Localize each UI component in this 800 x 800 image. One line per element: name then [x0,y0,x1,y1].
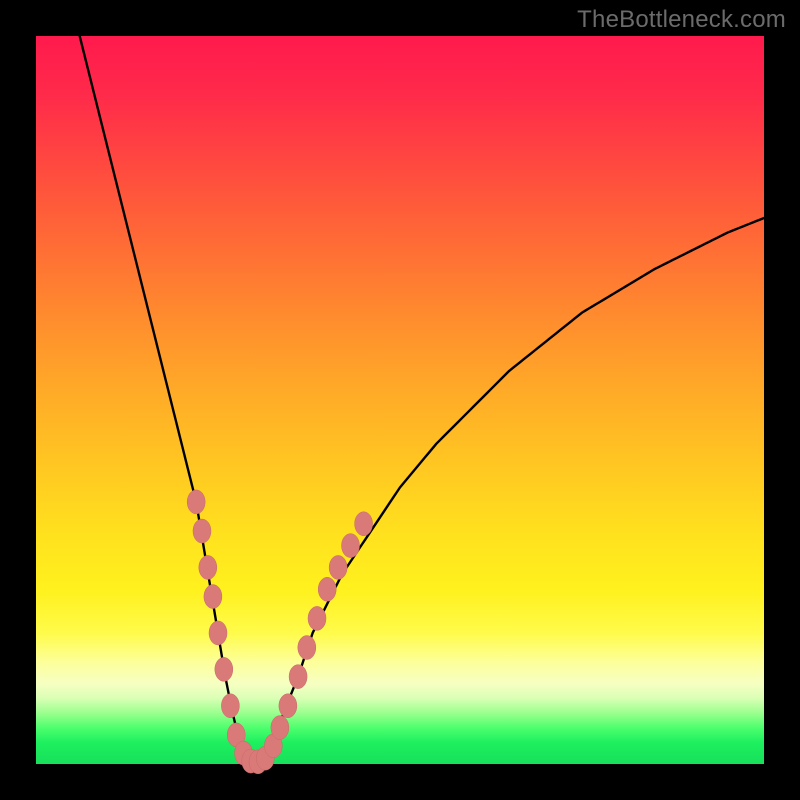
curve-marker [199,555,217,579]
curve-svg [36,36,764,764]
curve-markers [187,490,372,774]
plot-area [36,36,764,764]
curve-marker [298,636,316,660]
curve-marker [209,621,227,645]
curve-marker [215,657,233,681]
curve-marker [308,606,326,630]
curve-marker [318,577,336,601]
curve-marker [355,512,373,536]
curve-marker [289,665,307,689]
bottleneck-curve [80,36,764,764]
curve-marker [187,490,205,514]
curve-marker [342,534,360,558]
watermark-text: TheBottleneck.com [577,6,786,34]
curve-marker [204,585,222,609]
curve-marker [221,694,239,718]
curve-marker [329,555,347,579]
curve-marker [271,716,289,740]
curve-marker [279,694,297,718]
chart-frame: TheBottleneck.com [0,0,800,800]
curve-marker [193,519,211,543]
